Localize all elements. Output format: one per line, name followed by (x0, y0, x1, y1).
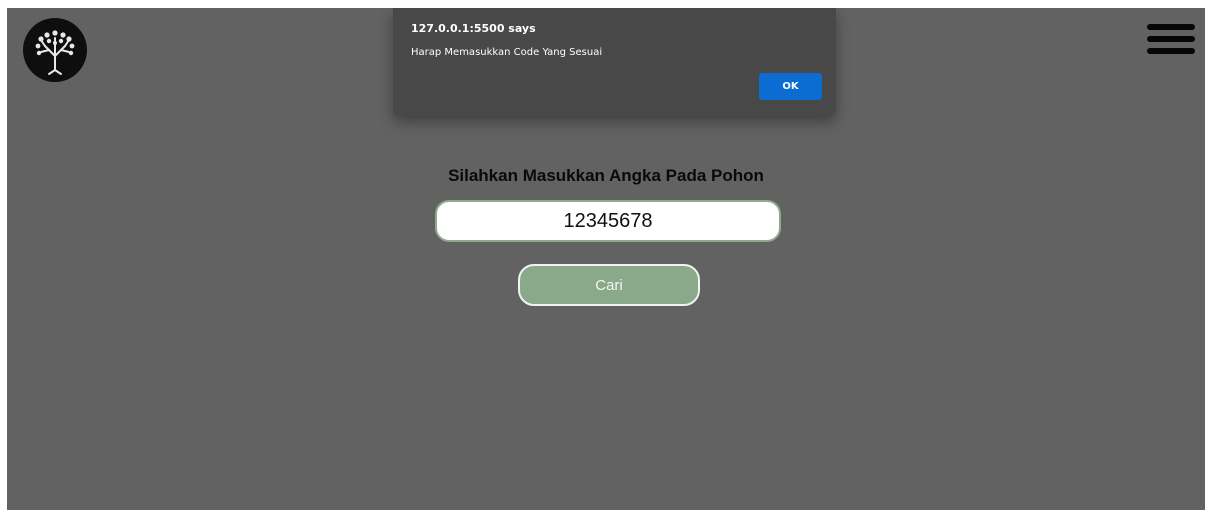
code-input[interactable] (435, 200, 781, 242)
prompt-heading: Silahkan Masukkan Angka Pada Pohon (448, 166, 764, 185)
page-viewport: Silahkan Masukkan Angka Pada Pohon Cari … (7, 8, 1205, 510)
search-button[interactable]: Cari (518, 264, 700, 306)
alert-message: Harap Memasukkan Code Yang Sesuai (411, 47, 603, 58)
tree-icon (35, 30, 75, 75)
tree-logo-icon[interactable] (23, 18, 87, 82)
menu-bar (1147, 24, 1195, 30)
alert-title: 127.0.0.1:5500 says (411, 22, 536, 35)
menu-bar (1147, 36, 1195, 42)
menu-bar (1147, 48, 1195, 54)
hamburger-menu-icon[interactable] (1147, 24, 1195, 54)
ok-button[interactable]: OK (759, 73, 822, 100)
alert-dialog: 127.0.0.1:5500 says Harap Memasukkan Cod… (393, 8, 836, 116)
